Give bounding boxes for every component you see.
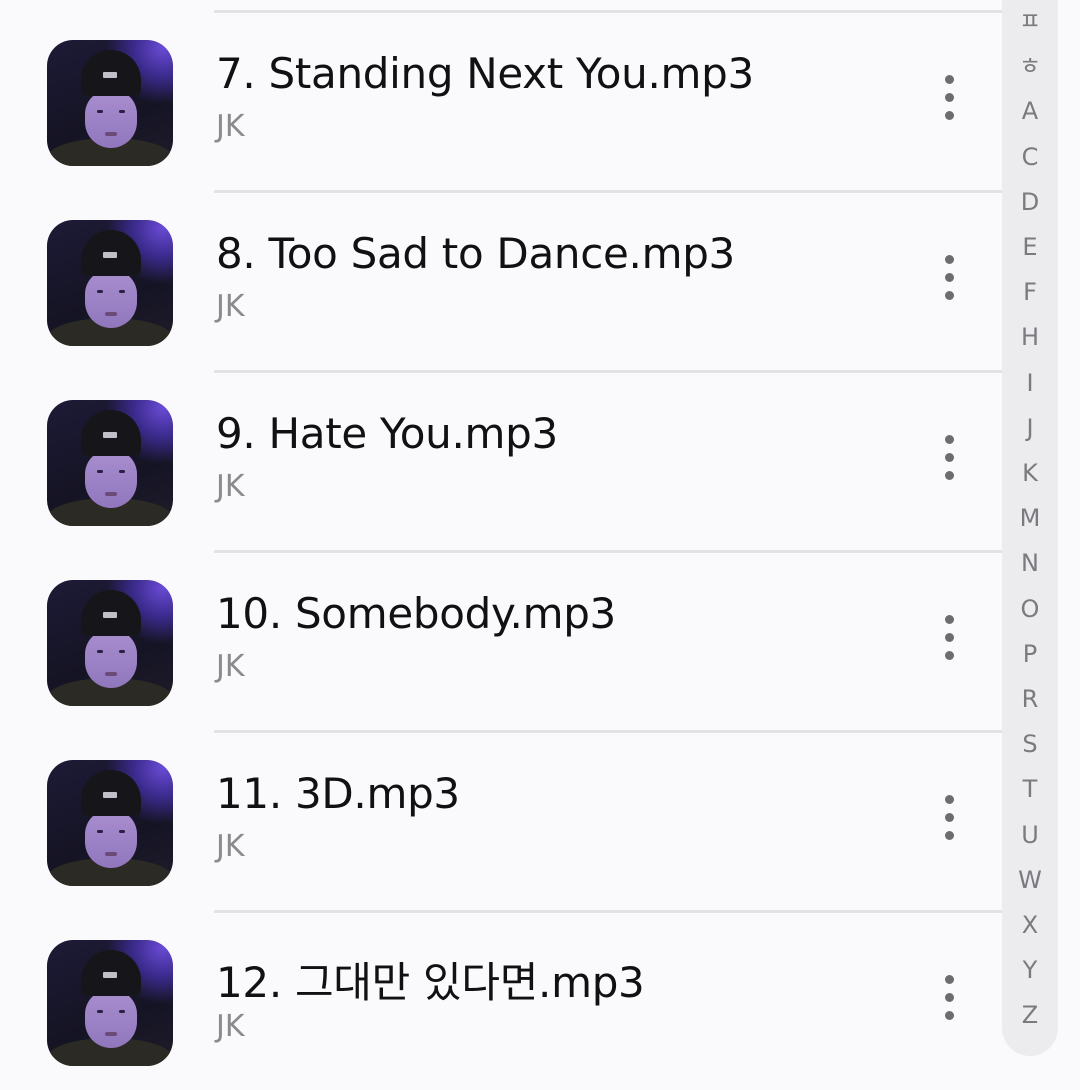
- alphabet-index-bar[interactable]: ㅍㅎACDEFHIJKMNOPRSTUWXYZ: [1002, 0, 1058, 1056]
- track-title: 10. Somebody.mp3: [216, 589, 616, 638]
- track-title: 7. Standing Next You.mp3: [216, 49, 754, 98]
- index-letter[interactable]: R: [1002, 684, 1058, 714]
- album-art-face: [85, 450, 137, 508]
- album-art-beanie: [81, 410, 141, 456]
- more-options-icon[interactable]: [928, 425, 970, 491]
- track-artist: JK: [216, 649, 245, 684]
- track-title: 9. Hate You.mp3: [216, 409, 558, 458]
- album-art-beanie: [81, 50, 141, 96]
- album-art-thumbnail: [47, 760, 173, 886]
- index-letter[interactable]: K: [1002, 458, 1058, 488]
- track-row[interactable]: 10. Somebody.mp3 JK: [0, 553, 1004, 730]
- track-artist: JK: [216, 1009, 245, 1044]
- more-options-icon[interactable]: [928, 65, 970, 131]
- track-list: 7. Standing Next You.mp3 JK 8. Too Sad t…: [0, 0, 1004, 1085]
- index-letter[interactable]: E: [1002, 232, 1058, 262]
- index-letter[interactable]: O: [1002, 594, 1058, 624]
- index-letter[interactable]: F: [1002, 277, 1058, 307]
- track-title: 12. 그대만 있다면.mp3: [216, 958, 645, 1007]
- track-artist: JK: [216, 469, 245, 504]
- album-art-beanie: [81, 950, 141, 996]
- track-artist: JK: [216, 289, 245, 324]
- track-artist: JK: [216, 829, 245, 864]
- index-letter[interactable]: Z: [1002, 1000, 1058, 1030]
- track-row[interactable]: 7. Standing Next You.mp3 JK: [0, 13, 1004, 190]
- album-art-face: [85, 90, 137, 148]
- album-art-beanie: [81, 590, 141, 636]
- track-artist: JK: [216, 109, 245, 144]
- more-options-icon[interactable]: [928, 605, 970, 671]
- index-letter[interactable]: M: [1002, 503, 1058, 533]
- track-row[interactable]: 11. 3D.mp3 JK: [0, 733, 1004, 910]
- track-row[interactable]: 9. Hate You.mp3 JK: [0, 373, 1004, 550]
- index-letter[interactable]: D: [1002, 187, 1058, 217]
- index-letter[interactable]: S: [1002, 729, 1058, 759]
- index-letter[interactable]: Y: [1002, 955, 1058, 985]
- more-options-icon[interactable]: [928, 245, 970, 311]
- index-letter[interactable]: U: [1002, 820, 1058, 850]
- index-letter[interactable]: W: [1002, 865, 1058, 895]
- album-art-thumbnail: [47, 40, 173, 166]
- track-title: 11. 3D.mp3: [216, 769, 460, 818]
- more-options-icon[interactable]: [928, 785, 970, 851]
- album-art-face: [85, 810, 137, 868]
- album-art-beanie: [81, 230, 141, 276]
- index-letter[interactable]: J: [1002, 413, 1058, 443]
- index-letter[interactable]: X: [1002, 910, 1058, 940]
- index-letter[interactable]: T: [1002, 774, 1058, 804]
- track-row[interactable]: 8. Too Sad to Dance.mp3 JK: [0, 193, 1004, 370]
- more-options-icon[interactable]: [928, 965, 970, 1031]
- album-art-thumbnail: [47, 220, 173, 346]
- album-art-face: [85, 270, 137, 328]
- index-letter[interactable]: I: [1002, 368, 1058, 398]
- album-art-face: [85, 990, 137, 1048]
- index-letter[interactable]: ㅎ: [1002, 51, 1058, 81]
- index-letter[interactable]: C: [1002, 142, 1058, 172]
- index-letter[interactable]: P: [1002, 639, 1058, 669]
- track-row[interactable]: 12. 그대만 있다면.mp3 JK: [0, 913, 1004, 1090]
- album-art-face: [85, 630, 137, 688]
- index-letter[interactable]: A: [1002, 96, 1058, 126]
- index-letter[interactable]: ㅍ: [1002, 6, 1058, 36]
- album-art-thumbnail: [47, 580, 173, 706]
- album-art-thumbnail: [47, 400, 173, 526]
- album-art-beanie: [81, 770, 141, 816]
- album-art-thumbnail: [47, 940, 173, 1066]
- index-letter[interactable]: H: [1002, 322, 1058, 352]
- track-title: 8. Too Sad to Dance.mp3: [216, 229, 735, 278]
- index-letter[interactable]: N: [1002, 548, 1058, 578]
